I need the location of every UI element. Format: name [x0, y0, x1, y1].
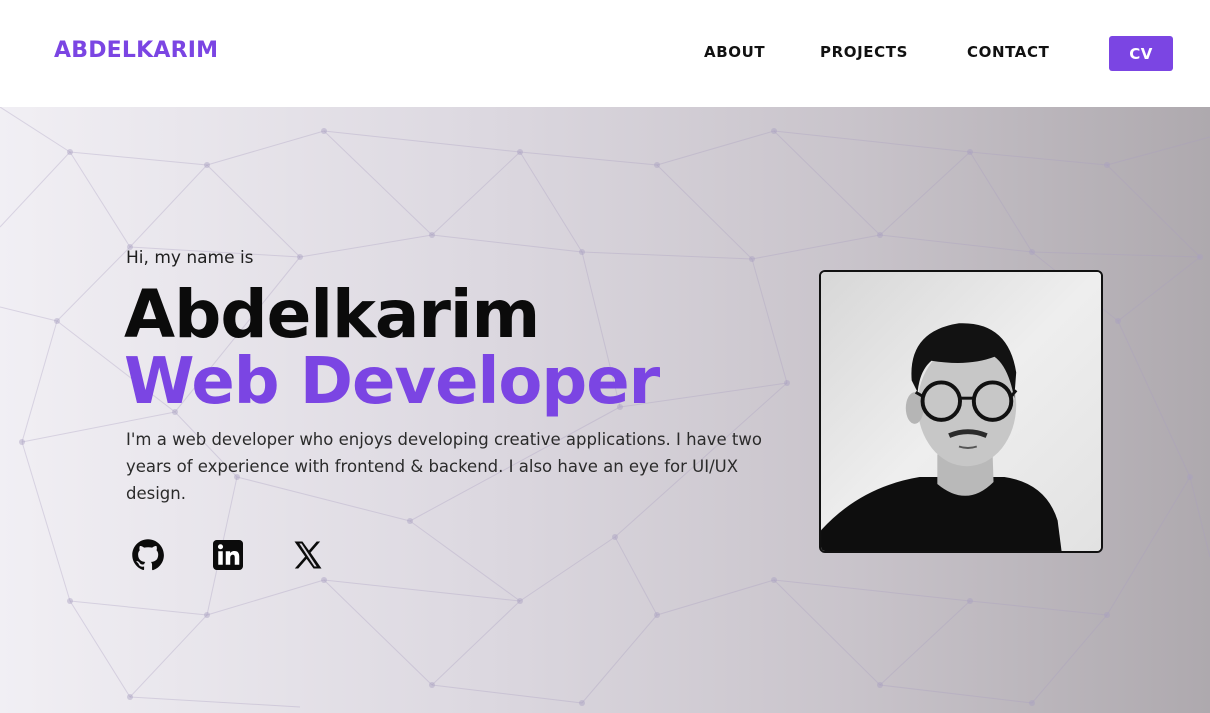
brand-logo[interactable]: ABDELKARIM [54, 38, 218, 63]
github-icon[interactable] [130, 537, 166, 573]
linkedin-icon[interactable] [210, 537, 246, 573]
nav-contact[interactable]: CONTACT [967, 43, 1049, 61]
site-header: ABDELKARIM ABOUT PROJECTS CONTACT CV [0, 0, 1210, 107]
x-icon[interactable] [290, 537, 326, 573]
hero-section: Hi, my name is Abdelkarim Web Developer … [0, 107, 1210, 713]
hero-bio: I'm a web developer who enjoys developin… [126, 430, 762, 503]
portrait-image [821, 272, 1101, 551]
hero-role: Web Developer [124, 345, 660, 419]
nav-projects[interactable]: PROJECTS [820, 43, 908, 61]
cv-button[interactable]: CV [1109, 36, 1173, 71]
profile-photo [819, 270, 1103, 553]
nav-about[interactable]: ABOUT [704, 43, 765, 61]
greeting-text: Hi, my name is [126, 248, 254, 268]
